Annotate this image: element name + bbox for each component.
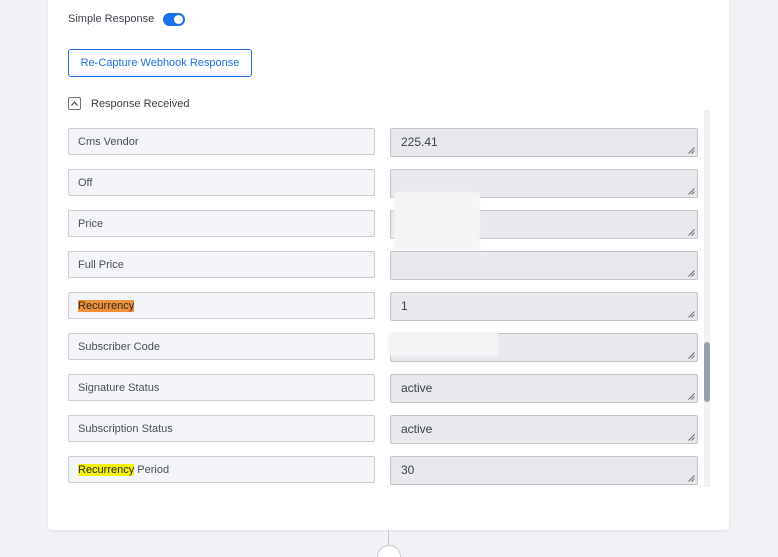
redaction-overlay xyxy=(388,332,498,356)
response-field-row: Subscriber Code xyxy=(68,333,698,362)
field-value[interactable]: active xyxy=(390,374,698,403)
field-value-text: 225.41 xyxy=(401,135,438,149)
field-key-text: Subscription Status xyxy=(78,422,173,435)
response-field-row: Subscription Status active xyxy=(68,415,698,444)
field-key-text: Cms Vendor xyxy=(78,135,139,148)
simple-response-row: Simple Response xyxy=(68,11,186,27)
resize-grip-icon[interactable] xyxy=(688,147,695,154)
field-key-text: Price xyxy=(78,217,104,230)
field-key-text: Recurrency xyxy=(78,463,135,476)
field-value[interactable]: 30 xyxy=(390,456,698,485)
response-field-row: Cms Vendor 225.41 xyxy=(68,128,698,157)
response-received-header[interactable]: Response Received xyxy=(68,97,189,110)
field-value[interactable]: 225.41 xyxy=(390,128,698,157)
field-key: Recurrency xyxy=(68,292,375,319)
field-value-text: 30 xyxy=(401,463,415,477)
response-field-row: Off xyxy=(68,169,698,198)
scrollbar-track[interactable] xyxy=(704,110,710,487)
field-key-text: Signature Status xyxy=(78,381,160,394)
resize-grip-icon[interactable] xyxy=(688,475,695,482)
field-key: Off xyxy=(68,169,375,196)
response-field-row: Price xyxy=(68,210,698,239)
response-received-label: Response Received xyxy=(91,97,190,110)
field-key-text: Full Price xyxy=(78,258,124,271)
resize-grip-icon[interactable] xyxy=(688,229,695,236)
chevron-up-icon[interactable] xyxy=(68,97,81,110)
resize-grip-icon[interactable] xyxy=(688,188,695,195)
field-key: Cms Vendor xyxy=(68,128,375,155)
field-key: Full Price xyxy=(68,251,375,278)
resize-grip-icon[interactable] xyxy=(688,393,695,400)
response-field-row: Recurrency Period 30 xyxy=(68,456,698,485)
simple-response-toggle[interactable] xyxy=(163,12,186,26)
response-field-row: Full Price xyxy=(68,251,698,280)
add-step-button[interactable] xyxy=(377,545,401,557)
scrollbar-thumb[interactable] xyxy=(704,342,710,402)
field-value-text: active xyxy=(401,422,433,436)
field-key: Subscriber Code xyxy=(68,333,375,360)
field-key: Subscription Status xyxy=(68,415,375,442)
resize-grip-icon[interactable] xyxy=(688,270,695,277)
simple-response-label: Simple Response xyxy=(68,13,155,25)
webhook-response-card: Simple Response Re-Capture Webhook Respo… xyxy=(48,0,729,530)
field-key-text: Period xyxy=(134,463,170,476)
resize-grip-icon[interactable] xyxy=(688,311,695,318)
field-key: Recurrency Period xyxy=(68,456,375,483)
field-value[interactable]: active xyxy=(390,415,698,444)
field-key-text: Subscriber Code xyxy=(78,340,160,353)
response-field-row: Signature Status active xyxy=(68,374,698,403)
field-key: Signature Status xyxy=(68,374,375,401)
redaction-overlay xyxy=(394,192,480,250)
field-value[interactable]: 1 xyxy=(390,292,698,321)
field-key: Price xyxy=(68,210,375,237)
response-field-row: Recurrency 1 xyxy=(68,292,698,321)
recapture-webhook-button[interactable]: Re-Capture Webhook Response xyxy=(68,49,252,77)
field-value[interactable] xyxy=(390,251,698,280)
field-value-text: 1 xyxy=(401,299,408,313)
field-key-text: Recurrency xyxy=(78,299,135,312)
resize-grip-icon[interactable] xyxy=(688,434,695,441)
resize-grip-icon[interactable] xyxy=(688,352,695,359)
field-value-text: active xyxy=(401,381,433,395)
field-key-text: Off xyxy=(78,176,93,189)
